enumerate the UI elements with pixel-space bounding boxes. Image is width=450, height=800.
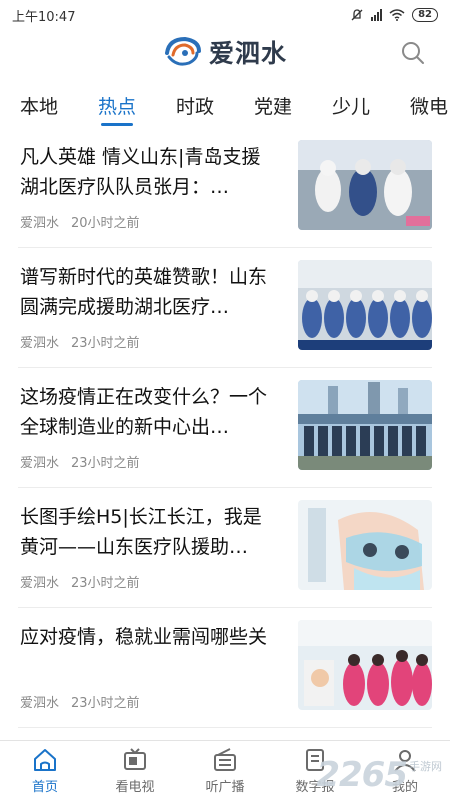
nav-radio-label: 听广播 xyxy=(205,780,245,795)
nav-radio[interactable]: 听广播 xyxy=(180,741,270,800)
site-watermark: 2265 手游网 xyxy=(316,758,442,792)
news-item[interactable]: 凡人英雄 情义山东|青岛支援湖北医疗队队员张月：… 爱泗水 20小时之前 xyxy=(18,128,432,248)
app-logo-icon xyxy=(164,36,201,66)
tab-hot[interactable]: 热点 xyxy=(78,82,156,128)
news-source: 爱泗水 xyxy=(20,336,60,351)
search-button[interactable] xyxy=(400,40,426,66)
news-feed: 凡人英雄 情义山东|青岛支援湖北医疗队队员张月：… 爱泗水 20小时之前 谱写新时… xyxy=(0,128,450,740)
news-title: 凡人英雄 情义山东|青岛支援湖北医疗队队员张月：… xyxy=(20,146,261,198)
news-title: 应对疫情，稳就业需闯哪些关 xyxy=(20,626,268,648)
news-title: 这场疫情正在改变什么？一个全球制造业的新中心出… xyxy=(20,386,268,438)
news-title: 长图手绘H5|长江长江，我是黄河——山东医疗队援助… xyxy=(20,506,262,558)
tab-local[interactable]: 本地 xyxy=(0,82,78,128)
news-source: 爱泗水 xyxy=(20,216,60,231)
nav-home-label: 首页 xyxy=(31,780,58,795)
news-thumbnail xyxy=(298,140,432,230)
watermark-subtext: 手游网 xyxy=(409,760,442,773)
battery-indicator: 82 xyxy=(412,8,438,22)
radio-icon xyxy=(214,748,236,771)
signal-icon xyxy=(371,9,383,21)
app-name: 爱泗水 xyxy=(208,39,287,68)
wifi-icon xyxy=(389,9,405,21)
brand: 爱泗水 xyxy=(0,34,450,70)
nav-home[interactable]: 首页 xyxy=(0,741,90,800)
app-header: 爱泗水 xyxy=(0,30,450,78)
status-icons: 82 xyxy=(350,8,438,22)
category-tabs: 本地 热点 时政 党建 少儿 微电 xyxy=(0,82,450,128)
news-meta: 爱泗水 23小时之前 xyxy=(20,572,140,591)
news-thumbnail xyxy=(298,620,432,710)
news-source: 爱泗水 xyxy=(20,696,60,711)
news-thumbnail xyxy=(298,380,432,470)
news-meta: 爱泗水 23小时之前 xyxy=(20,332,140,351)
news-time: 23小时之前 xyxy=(71,336,140,351)
news-time: 20小时之前 xyxy=(71,216,140,231)
news-meta: 爱泗水 23小时之前 xyxy=(20,692,140,711)
status-time: 上午10:47 xyxy=(12,9,76,25)
news-meta: 爱泗水 23小时之前 xyxy=(20,452,140,471)
tab-kids[interactable]: 少儿 xyxy=(312,82,390,128)
news-item[interactable]: 这场疫情正在改变什么？一个全球制造业的新中心出… 爱泗水 23小时之前 xyxy=(18,368,432,488)
search-icon xyxy=(402,42,424,64)
news-title: 谱写新时代的英雄赞歌！山东圆满完成援助湖北医疗… xyxy=(20,266,268,318)
news-source: 爱泗水 xyxy=(20,456,60,471)
tab-party[interactable]: 党建 xyxy=(234,82,312,128)
news-time: 23小时之前 xyxy=(71,456,140,471)
watermark-text: 2265 xyxy=(316,755,408,795)
tab-politics[interactable]: 时政 xyxy=(156,82,234,128)
status-bar: 上午10:47 82 xyxy=(0,0,450,30)
news-time: 23小时之前 xyxy=(71,576,140,591)
news-time: 23小时之前 xyxy=(71,696,140,711)
mute-icon xyxy=(351,9,363,21)
nav-tv[interactable]: 看电视 xyxy=(90,741,180,800)
nav-tv-label: 看电视 xyxy=(115,780,155,795)
tv-icon xyxy=(124,748,146,770)
news-item[interactable]: 谱写新时代的英雄赞歌！山东圆满完成援助湖北医疗… 爱泗水 23小时之前 xyxy=(18,248,432,368)
news-thumbnail xyxy=(298,500,432,590)
tab-micro-film[interactable]: 微电 xyxy=(390,82,450,128)
news-source: 爱泗水 xyxy=(20,576,60,591)
news-thumbnail xyxy=(298,260,432,350)
home-icon xyxy=(34,749,56,771)
news-item[interactable]: 应对疫情，稳就业需闯哪些关 爱泗水 23小时之前 xyxy=(18,608,432,728)
news-item[interactable]: 长图手绘H5|长江长江，我是黄河——山东医疗队援助… 爱泗水 23小时之前 xyxy=(18,488,432,608)
news-meta: 爱泗水 20小时之前 xyxy=(20,212,140,231)
